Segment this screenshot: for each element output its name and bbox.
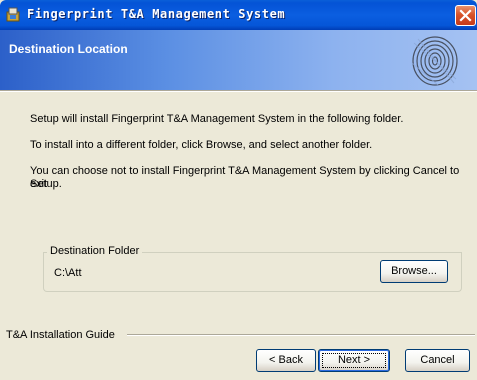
header-separator <box>0 90 477 92</box>
footer-divider-highlight <box>127 335 475 336</box>
destination-path: C:\Att <box>54 267 82 279</box>
page-title: Destination Location <box>9 42 128 56</box>
install-folder-text: Setup will install Fingerprint T&A Manag… <box>30 113 404 125</box>
back-button-label: < Back <box>269 354 303 366</box>
installation-guide-label: T&A Installation Guide <box>6 329 115 341</box>
cancel-button-label: Cancel <box>420 354 455 366</box>
fingerprint-icon <box>411 36 458 86</box>
browse-button-label: Browse... <box>391 265 437 277</box>
browse-button[interactable]: Browse... <box>380 260 448 283</box>
close-button[interactable] <box>455 5 476 26</box>
cancel-info-text-cont: Setup. <box>30 178 62 190</box>
window-title: Fingerprint T&A Management System <box>27 7 286 21</box>
title-bar[interactable]: Fingerprint T&A Management System <box>0 0 477 30</box>
next-button[interactable]: Next > <box>318 349 390 372</box>
header-banner: Destination Location <box>0 30 477 90</box>
back-button[interactable]: < Back <box>256 349 316 372</box>
cancel-info-text: You can choose not to install Fingerprin… <box>30 165 460 190</box>
cancel-button[interactable]: Cancel <box>405 349 470 372</box>
change-folder-text: To install into a different folder, clic… <box>30 139 373 151</box>
close-icon <box>459 9 472 22</box>
destination-folder-legend: Destination Folder <box>47 245 143 257</box>
next-button-label: Next > <box>337 354 371 366</box>
installer-icon <box>6 7 20 22</box>
installer-window: Fingerprint T&A Management System Destin… <box>0 0 477 380</box>
